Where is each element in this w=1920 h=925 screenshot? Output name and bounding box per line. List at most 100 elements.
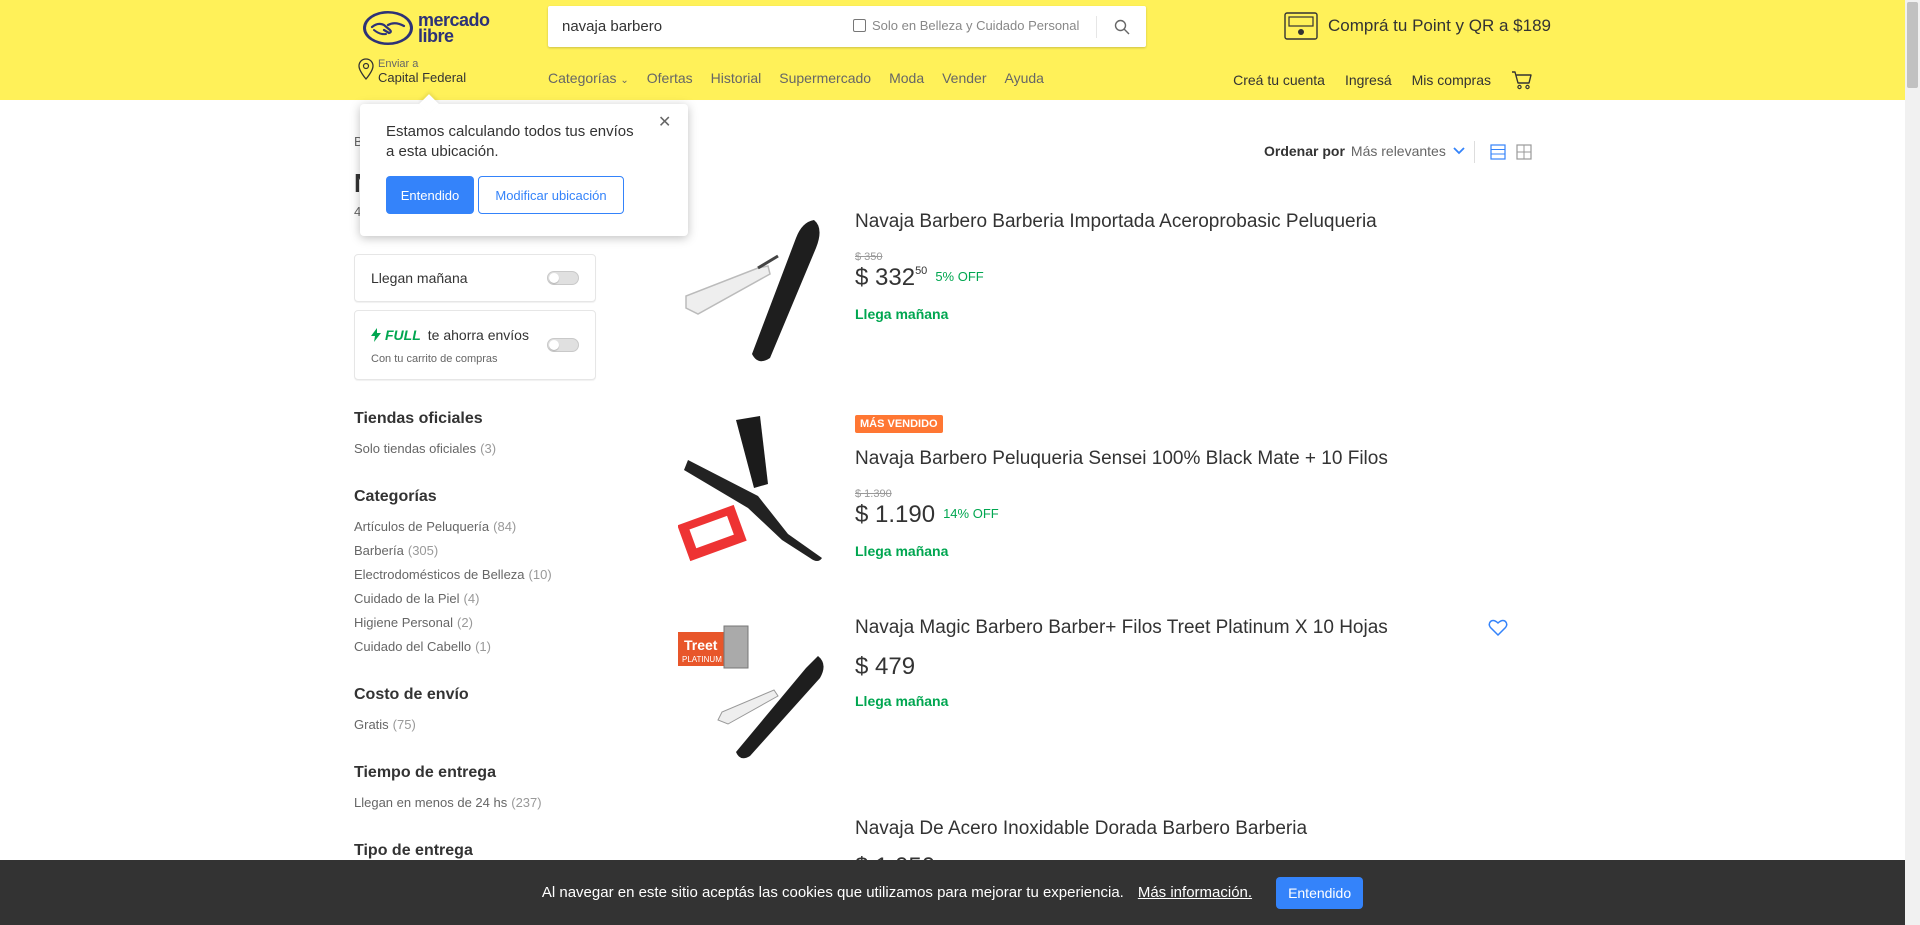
full-toggle[interactable] xyxy=(547,338,579,352)
cart-icon[interactable] xyxy=(1511,70,1533,90)
filter-count: (1) xyxy=(475,639,491,654)
tooltip-text: Estamos calculando todos tus envíos a es… xyxy=(386,123,634,160)
filter-label: Higiene Personal xyxy=(354,615,454,630)
filter-full[interactable]: FULL te ahorra envíos Con tu carrito de … xyxy=(354,310,596,380)
filter-articulos-peluqueria[interactable]: Artículos de Peluquería (84) xyxy=(354,519,516,534)
product-image[interactable]: Treet PLATINUM xyxy=(678,620,828,780)
product-shipping: Llega mañana xyxy=(855,693,949,709)
product-shipping: Llega mañana xyxy=(855,543,949,559)
category-checkbox[interactable] xyxy=(853,19,866,32)
shipping-location[interactable]: Enviar a Capital Federal xyxy=(358,58,466,86)
login-link[interactable]: Ingresá xyxy=(1345,72,1392,88)
user-nav: Creá tu cuenta Ingresá Mis compras xyxy=(1233,70,1533,90)
filter-count: (75) xyxy=(392,717,416,732)
product-title[interactable]: Navaja Barbero Peluqueria Sensei 100% Bl… xyxy=(855,448,1388,470)
location-tooltip: Estamos calculando todos tus envíos a es… xyxy=(360,94,688,236)
product-price: $ 33250 5% OFF xyxy=(855,264,984,292)
location-value: Capital Federal xyxy=(378,70,467,85)
my-purchases-link[interactable]: Mis compras xyxy=(1412,72,1491,88)
filter-cuidado-cabello[interactable]: Cuidado del Cabello (1) xyxy=(354,639,491,654)
sort-value[interactable]: Más relevantes xyxy=(1351,143,1446,159)
nav-vender[interactable]: Vender xyxy=(942,70,986,86)
search-category-filter[interactable]: Solo en Belleza y Cuidado Personal xyxy=(853,18,1079,33)
section-tiempo-entrega: Tiempo de entrega xyxy=(354,764,496,781)
product-title[interactable]: Navaja Barbero Barberia Importada Acerop… xyxy=(855,211,1377,233)
filter-label: Solo tiendas oficiales xyxy=(354,441,477,456)
filter-count: (2) xyxy=(457,615,473,630)
search-button[interactable] xyxy=(1102,6,1142,47)
product-price: $ 479 xyxy=(855,653,915,681)
full-subtext: Con tu carrito de compras xyxy=(371,353,498,365)
search-bar: Solo en Belleza y Cuidado Personal xyxy=(548,6,1146,47)
logo-line2: libre xyxy=(418,26,454,46)
filter-gratis[interactable]: Gratis (75) xyxy=(354,717,416,732)
nav-historial[interactable]: Historial xyxy=(711,70,762,86)
product-title[interactable]: Navaja Magic Barbero Barber+ Filos Treet… xyxy=(855,617,1388,639)
filter-count: (4) xyxy=(463,591,480,606)
close-icon[interactable]: ✕ xyxy=(658,112,671,132)
tooltip-entendido-button[interactable]: Entendido xyxy=(386,176,474,214)
cookie-accept-button[interactable]: Entendido xyxy=(1276,876,1364,909)
filter-count: (10) xyxy=(528,567,552,582)
scroll-thumb[interactable] xyxy=(1907,2,1918,88)
product-old-price: $ 350 xyxy=(855,251,883,263)
sort-label: Ordenar por xyxy=(1264,143,1345,159)
product-discount: 5% OFF xyxy=(935,269,984,284)
filter-label: Cuidado de la Piel xyxy=(354,591,460,606)
mercadolibre-logo[interactable]: mercado libre xyxy=(362,8,502,48)
filter-llegan-manana[interactable]: Llegan mañana xyxy=(354,254,596,302)
product-image[interactable] xyxy=(678,208,828,368)
full-row: FULL te ahorra envíos xyxy=(371,327,529,343)
filter-barberia[interactable]: Barbería (305) xyxy=(354,543,438,558)
filter-higiene-personal[interactable]: Higiene Personal (2) xyxy=(354,615,473,630)
product-title[interactable]: Navaja De Acero Inoxidable Dorada Barber… xyxy=(855,818,1307,840)
full-badge: FULL xyxy=(385,327,421,343)
chevron-down-icon: ⌄ xyxy=(620,75,629,86)
cookie-banner: Al navegar en este sitio aceptás las coo… xyxy=(0,860,1905,925)
search-input[interactable] xyxy=(562,6,842,47)
filter-solo-tiendas-oficiales[interactable]: Solo tiendas oficiales (3) xyxy=(354,441,496,456)
logo-text: mercado libre xyxy=(418,11,490,46)
location-pin-icon xyxy=(358,58,374,80)
create-account-link[interactable]: Creá tu cuenta xyxy=(1233,72,1325,88)
lightning-icon xyxy=(371,328,381,342)
filter-menos-24hs[interactable]: Llegan en menos de 24 hs (237) xyxy=(354,795,542,810)
llegan-manana-toggle[interactable] xyxy=(547,271,579,285)
best-seller-badge: MÁS VENDIDO xyxy=(855,415,943,433)
filter-count: (84) xyxy=(493,519,517,534)
filter-cuidado-piel[interactable]: Cuidado de la Piel (4) xyxy=(354,591,479,606)
price-amount: $ 479 xyxy=(855,653,916,680)
price-cents: 50 xyxy=(915,265,928,277)
product-image-label-treet: Treet xyxy=(684,637,718,653)
filter-electrodomesticos-belleza[interactable]: Electrodomésticos de Belleza (10) xyxy=(354,567,552,582)
grid-view-icon[interactable] xyxy=(1516,144,1532,160)
nav-categorias[interactable]: Categorías ⌄ xyxy=(548,70,629,86)
nav-ofertas[interactable]: Ofertas xyxy=(647,70,693,86)
page-scrollbar[interactable] xyxy=(1905,0,1920,925)
product-image[interactable] xyxy=(678,414,828,574)
price-amount: $ 1.190 xyxy=(855,501,936,528)
cookie-more-info-link[interactable]: Más información. xyxy=(1138,884,1252,901)
view-divider xyxy=(1474,141,1475,163)
product-shipping: Llega mañana xyxy=(855,306,949,322)
point-device-icon xyxy=(1284,12,1318,40)
filter-count: (305) xyxy=(407,543,439,558)
heart-icon[interactable] xyxy=(1488,619,1508,637)
nav-supermercado[interactable]: Supermercado xyxy=(779,70,871,86)
point-promo[interactable]: Comprá tu Point y QR a $189 xyxy=(1284,12,1551,40)
view-toggle xyxy=(1490,144,1532,160)
modify-location-button[interactable]: Modificar ubicación xyxy=(478,176,624,214)
nav-ayuda[interactable]: Ayuda xyxy=(1004,70,1043,86)
full-text: te ahorra envíos xyxy=(427,327,529,343)
price-amount: $ 332 xyxy=(855,264,916,291)
section-costo-envio: Costo de envío xyxy=(354,686,469,703)
list-view-icon[interactable] xyxy=(1490,144,1506,160)
section-categorias: Categorías xyxy=(354,488,437,505)
sort-control[interactable]: Ordenar por Más relevantes xyxy=(1264,143,1466,159)
nav-moda[interactable]: Moda xyxy=(889,70,924,86)
nav-categorias-label: Categorías xyxy=(548,70,617,86)
section-tipo-entrega: Tipo de entrega xyxy=(354,842,473,859)
filter-count: (237) xyxy=(511,795,542,810)
product-discount: 14% OFF xyxy=(943,506,999,521)
filter-count: (3) xyxy=(480,441,497,456)
